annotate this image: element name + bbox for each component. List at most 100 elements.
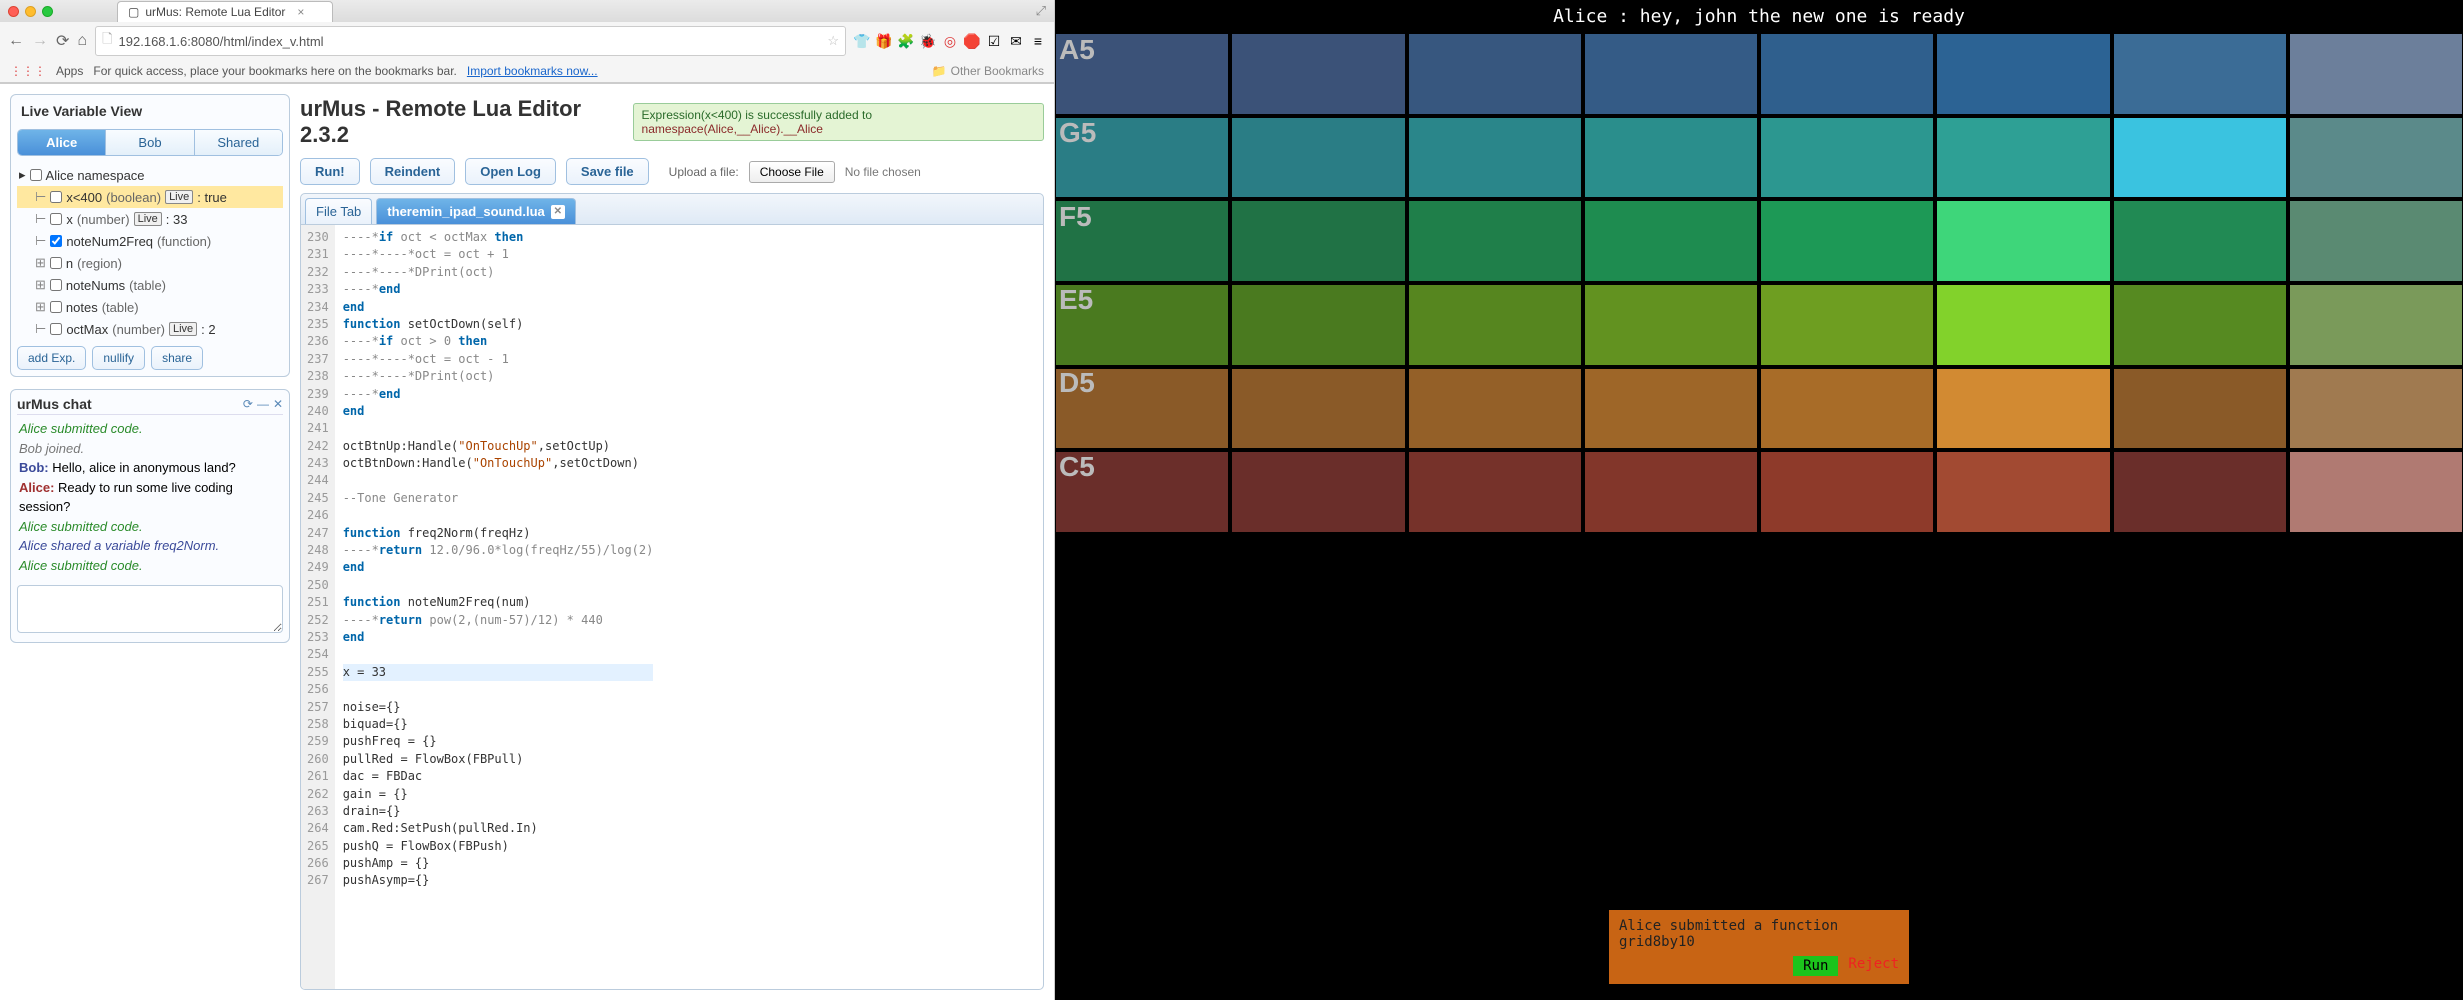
back-button[interactable]: ← (8, 32, 24, 50)
save-file-button[interactable]: Save file (566, 158, 649, 185)
var-checkbox[interactable] (50, 257, 62, 269)
color-grid[interactable] (1055, 33, 2463, 533)
maximize-icon[interactable] (42, 6, 53, 17)
grid-cell[interactable] (2289, 33, 2463, 115)
reject-button[interactable]: Reject (1848, 956, 1899, 976)
url-bar[interactable]: 🗋 192.168.1.6:8080/html/index_v.html ☆ (95, 26, 846, 56)
grid-cell[interactable] (1408, 117, 1582, 199)
var-checkbox[interactable] (50, 213, 62, 225)
chat-input[interactable] (17, 585, 283, 633)
grid-cell[interactable] (1231, 200, 1405, 282)
ext-icon-ladybug[interactable]: 🐞 (920, 33, 936, 49)
root-checkbox[interactable] (30, 169, 42, 181)
run--button[interactable]: Run! (300, 158, 360, 185)
lvv-tab-shared[interactable]: Shared (195, 130, 282, 155)
grid-cell[interactable] (2289, 368, 2463, 450)
run-button[interactable]: Run (1793, 956, 1838, 976)
tree-toggle-icon[interactable]: ⊢ (35, 321, 46, 337)
browser-tab[interactable]: ▢ urMus: Remote Lua Editor × (117, 1, 333, 22)
open-file-tab[interactable]: theremin_ipad_sound.lua ✕ (376, 198, 575, 224)
grid-cell[interactable] (1936, 368, 2110, 450)
grid-cell[interactable] (1231, 451, 1405, 533)
lvv-tab-bob[interactable]: Bob (106, 130, 194, 155)
grid-cell[interactable] (1231, 368, 1405, 450)
minimize-panel-icon[interactable]: — (257, 397, 269, 411)
rss-icon[interactable]: ⟳ (243, 397, 253, 411)
tree-toggle-icon[interactable]: ⊞ (35, 299, 46, 315)
grid-cell[interactable] (1408, 200, 1582, 282)
reindent-button[interactable]: Reindent (370, 158, 456, 185)
nullify-button[interactable]: nullify (92, 346, 145, 370)
grid-cell[interactable] (1584, 33, 1758, 115)
apps-icon[interactable]: ⋮⋮⋮ (10, 64, 46, 78)
grid-cell[interactable] (1584, 200, 1758, 282)
ext-icon-mail[interactable]: ✉ (1008, 33, 1024, 49)
grid-cell[interactable] (1760, 117, 1934, 199)
tree-row[interactable]: ⊢ octMax (number) Live : 2 (17, 318, 283, 340)
tree-toggle-icon[interactable]: ⊞ (35, 277, 46, 293)
open-log-button[interactable]: Open Log (465, 158, 556, 185)
grid-cell[interactable] (1584, 368, 1758, 450)
grid-cell[interactable] (1408, 451, 1582, 533)
lvv-tab-alice[interactable]: Alice (18, 130, 106, 155)
home-button[interactable]: ⌂ (77, 32, 87, 50)
tree-toggle-icon[interactable]: ▸ (19, 167, 26, 183)
var-checkbox[interactable] (50, 323, 62, 335)
grid-cell[interactable] (1760, 368, 1934, 450)
var-checkbox[interactable] (50, 235, 62, 247)
tree-row[interactable]: ⊞ n (region) (17, 252, 283, 274)
tree-row[interactable]: ⊢ x (number) Live : 33 (17, 208, 283, 230)
grid-cell[interactable] (1936, 451, 2110, 533)
choose-file-button[interactable]: Choose File (749, 161, 835, 183)
share-button[interactable]: share (151, 346, 203, 370)
ext-icon-check[interactable]: ☑ (986, 33, 1002, 49)
close-icon[interactable] (8, 6, 19, 17)
grid-cell[interactable] (1936, 33, 2110, 115)
grid-cell[interactable] (2113, 284, 2287, 366)
grid-cell[interactable] (1760, 33, 1934, 115)
grid-cell[interactable] (1760, 451, 1934, 533)
tree-row[interactable]: ⊞ noteNums (table) (17, 274, 283, 296)
grid-cell[interactable] (1760, 200, 1934, 282)
grid-cell[interactable] (2113, 368, 2287, 450)
forward-button[interactable]: → (32, 32, 48, 50)
star-icon[interactable]: ☆ (827, 33, 839, 49)
grid-cell[interactable] (1936, 200, 2110, 282)
grid-cell[interactable] (1584, 284, 1758, 366)
grid-cell[interactable] (1231, 117, 1405, 199)
grid-cell[interactable] (2113, 200, 2287, 282)
tree-toggle-icon[interactable]: ⊢ (35, 189, 46, 205)
grid-cell[interactable] (2113, 117, 2287, 199)
grid-cell[interactable] (2289, 117, 2463, 199)
grid-cell[interactable] (2289, 451, 2463, 533)
add-exp--button[interactable]: add Exp. (17, 346, 86, 370)
apps-label[interactable]: Apps (56, 64, 83, 78)
file-tab-label[interactable]: File Tab (305, 198, 372, 224)
expand-icon[interactable]: ⤢ (1036, 3, 1046, 19)
grid-cell[interactable] (2113, 33, 2287, 115)
grid-cell[interactable] (1584, 451, 1758, 533)
grid-cell[interactable] (1760, 284, 1934, 366)
ext-icon-1[interactable]: 👕 (854, 33, 870, 49)
grid-cell[interactable] (2289, 200, 2463, 282)
menu-icon[interactable]: ≡ (1030, 33, 1046, 49)
close-panel-icon[interactable]: ✕ (273, 397, 283, 411)
grid-cell[interactable] (1231, 33, 1405, 115)
close-file-icon[interactable]: ✕ (551, 205, 565, 219)
reload-button[interactable]: ⟳ (56, 31, 69, 51)
var-checkbox[interactable] (50, 279, 62, 291)
tree-toggle-icon[interactable]: ⊞ (35, 255, 46, 271)
tab-close-icon[interactable]: × (297, 5, 304, 19)
grid-cell[interactable] (1936, 117, 2110, 199)
grid-cell[interactable] (2113, 451, 2287, 533)
ext-icon-2[interactable]: 🎁 (876, 33, 892, 49)
grid-cell[interactable] (1408, 33, 1582, 115)
var-checkbox[interactable] (50, 191, 62, 203)
minimize-icon[interactable] (25, 6, 36, 17)
grid-cell[interactable] (1231, 284, 1405, 366)
tree-toggle-icon[interactable]: ⊢ (35, 211, 46, 227)
page-info-icon[interactable]: 🗋 (102, 30, 112, 52)
code-editor[interactable]: ----*if oct < octMax then----*----*oct =… (335, 225, 662, 989)
grid-cell[interactable] (1936, 284, 2110, 366)
ext-icon-stop[interactable]: 🛑 (964, 33, 980, 49)
